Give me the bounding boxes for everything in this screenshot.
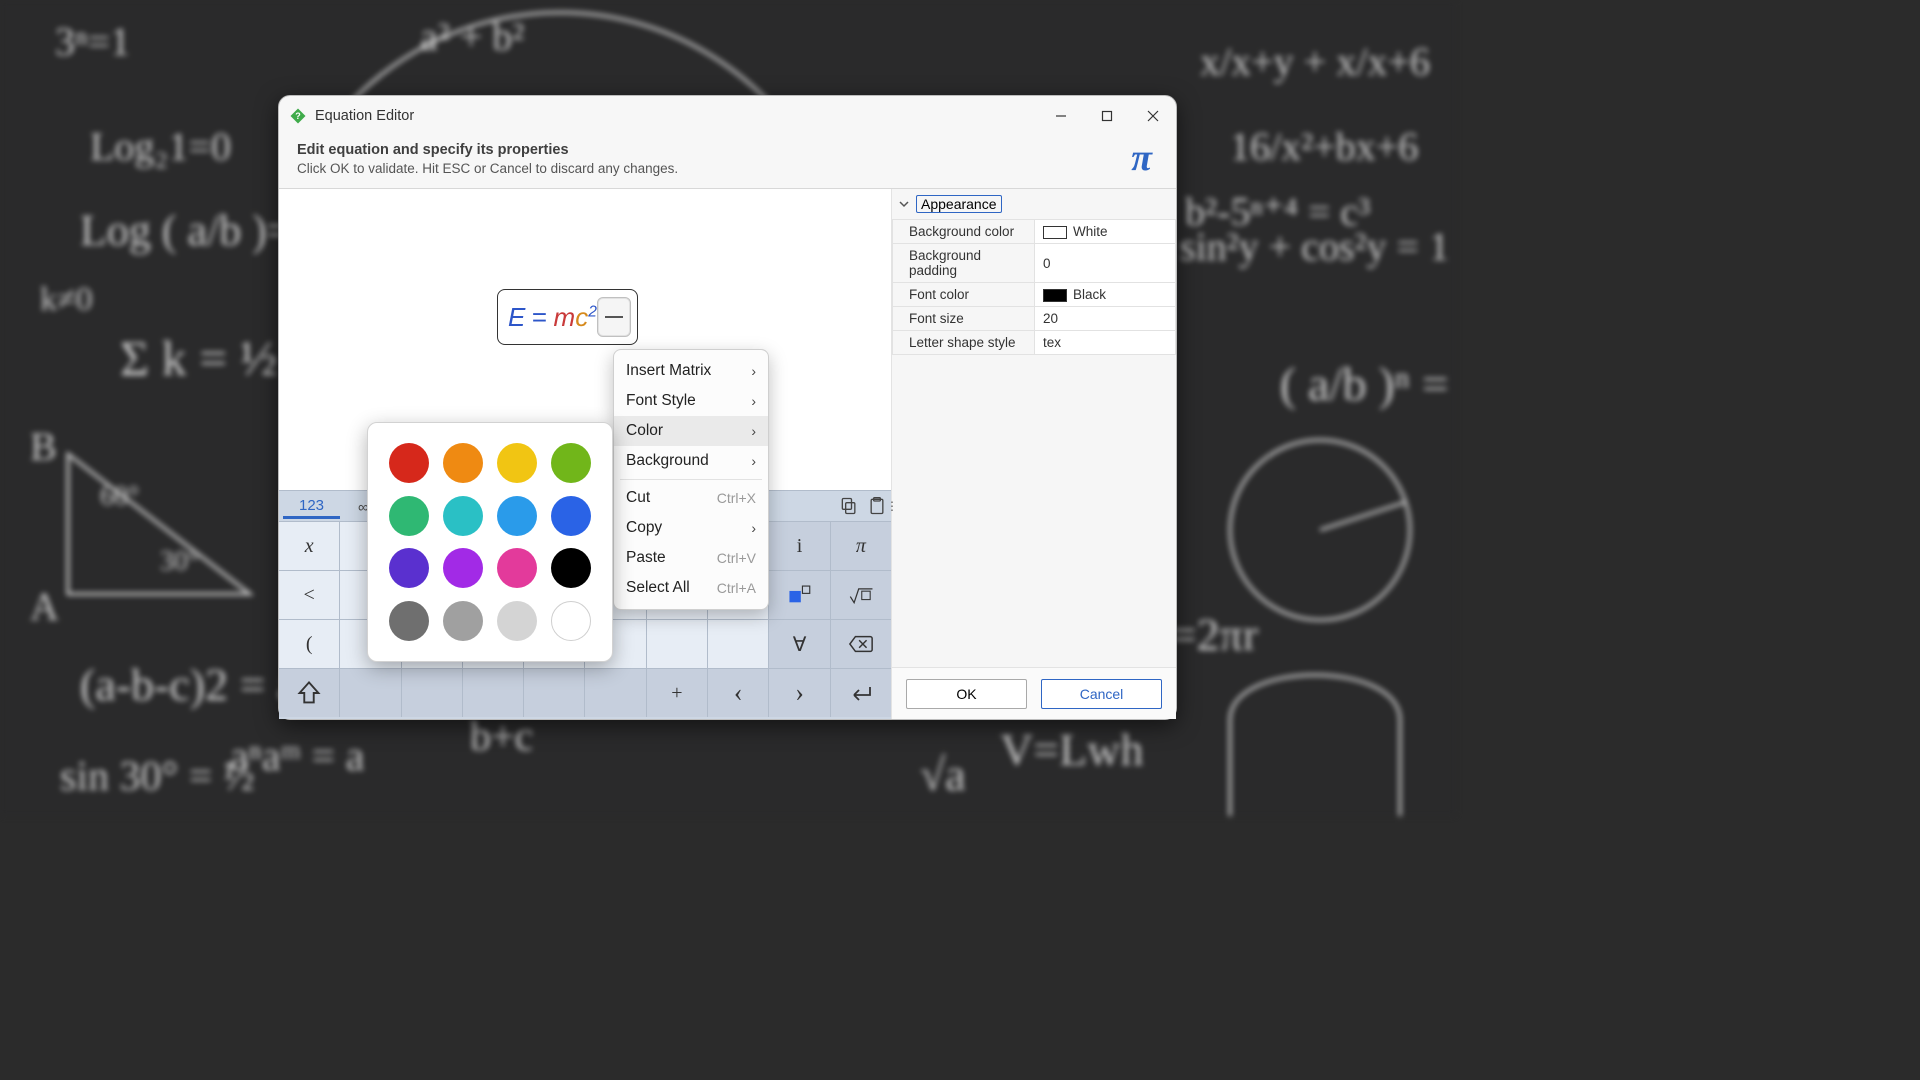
subheader: Edit equation and specify its properties… bbox=[279, 136, 1176, 189]
keypad-key[interactable] bbox=[463, 669, 523, 717]
keypad-key[interactable]: π bbox=[831, 522, 891, 570]
color-picker-popup bbox=[367, 422, 613, 662]
context-menu-item[interactable]: Copy› bbox=[614, 513, 768, 543]
window-title: Equation Editor bbox=[315, 108, 1038, 124]
color-swatch-sky[interactable] bbox=[497, 496, 537, 536]
svg-text:( a/b )ⁿ = aⁿ/bⁿ: ( a/b )ⁿ = aⁿ/bⁿ bbox=[1280, 358, 1456, 411]
property-row[interactable]: Font colorBlack bbox=[893, 283, 1176, 307]
color-swatch-indigo[interactable] bbox=[389, 548, 429, 588]
color-swatch-pink[interactable] bbox=[497, 548, 537, 588]
keypad-key[interactable] bbox=[402, 669, 462, 717]
color-swatch-emerald[interactable] bbox=[389, 496, 429, 536]
color-swatch-orange[interactable] bbox=[443, 443, 483, 483]
svg-text:aⁿaᵐ = a: aⁿaᵐ = a bbox=[230, 734, 365, 780]
keypad-key[interactable] bbox=[831, 571, 891, 619]
keypad-key[interactable] bbox=[708, 620, 768, 668]
properties-section-label: Appearance bbox=[916, 195, 1002, 213]
svg-text:?: ? bbox=[295, 111, 301, 121]
properties-section-header[interactable]: Appearance bbox=[892, 189, 1176, 219]
svg-text:√a: √a bbox=[920, 749, 966, 800]
context-menu-item[interactable]: Select AllCtrl+A bbox=[614, 573, 768, 603]
equation-context-menu: Insert Matrix›Font Style›Color›Backgroun… bbox=[613, 349, 769, 610]
keypad-key[interactable]: ‹ bbox=[708, 669, 768, 717]
maximize-button[interactable] bbox=[1084, 96, 1130, 136]
ok-button[interactable]: OK bbox=[906, 679, 1027, 709]
properties-table: Background colorWhiteBackground padding0… bbox=[892, 219, 1176, 355]
titlebar[interactable]: ? Equation Editor bbox=[279, 96, 1176, 136]
keypad-key[interactable]: < bbox=[279, 571, 339, 619]
keypad-key[interactable] bbox=[340, 669, 400, 717]
color-swatch-red[interactable] bbox=[389, 443, 429, 483]
color-swatch-green[interactable] bbox=[551, 443, 591, 483]
equation-menu-button[interactable] bbox=[597, 297, 631, 337]
keypad-key[interactable]: ∀ bbox=[769, 620, 829, 668]
app-icon: ? bbox=[289, 107, 307, 125]
svg-text:(a-b-c)2 = a²: (a-b-c)2 = a² bbox=[80, 659, 311, 710]
keypad-key[interactable] bbox=[831, 620, 891, 668]
svg-text:b²-5ⁿ⁺⁴ = c³: b²-5ⁿ⁺⁴ = c³ bbox=[1185, 189, 1370, 234]
keypad-key[interactable] bbox=[831, 669, 891, 717]
keypad-key[interactable] bbox=[279, 669, 339, 717]
color-swatch-violet[interactable] bbox=[443, 548, 483, 588]
keypad-key[interactable] bbox=[647, 620, 707, 668]
color-swatch-teal[interactable] bbox=[443, 496, 483, 536]
pi-icon: π bbox=[1131, 142, 1152, 174]
property-row[interactable]: Background padding0 bbox=[893, 244, 1176, 283]
svg-text:sin 30° = ½: sin 30° = ½ bbox=[60, 754, 255, 800]
close-button[interactable] bbox=[1130, 96, 1176, 136]
svg-text:Log₂1=0: Log₂1=0 bbox=[90, 124, 231, 169]
svg-text:3ⁿ=1: 3ⁿ=1 bbox=[55, 19, 130, 64]
keypad-tab-numeric[interactable]: 123 bbox=[283, 493, 340, 519]
svg-text:V=Lwh: V=Lwh bbox=[1000, 724, 1143, 775]
keypad-key[interactable] bbox=[585, 669, 645, 717]
paste-icon[interactable] bbox=[867, 496, 887, 516]
equation-content[interactable]: E = mc2 bbox=[508, 302, 597, 333]
property-row[interactable]: Letter shape styletex bbox=[893, 331, 1176, 355]
color-swatch-gray[interactable] bbox=[443, 601, 483, 641]
context-menu-item[interactable]: PasteCtrl+V bbox=[614, 543, 768, 573]
context-menu-item[interactable]: Color› bbox=[614, 416, 768, 446]
subheader-title: Edit equation and specify its properties bbox=[297, 142, 1131, 158]
context-menu-item[interactable]: Font Style› bbox=[614, 386, 768, 416]
svg-text:30°: 30° bbox=[160, 546, 199, 577]
equation-box[interactable]: E = mc2 bbox=[497, 289, 638, 345]
svg-text:b+c: b+c bbox=[470, 714, 533, 760]
minimize-button[interactable] bbox=[1038, 96, 1084, 136]
keypad-key[interactable]: x bbox=[279, 522, 339, 570]
color-swatch-black[interactable] bbox=[551, 548, 591, 588]
svg-text:A: A bbox=[30, 584, 59, 629]
svg-text:a² + b²: a² + b² bbox=[420, 14, 524, 59]
property-row[interactable]: Background colorWhite bbox=[893, 220, 1176, 244]
dialog-footer: OK Cancel bbox=[892, 667, 1176, 719]
keypad-more-icon[interactable]: ⋮ bbox=[886, 499, 897, 513]
svg-text:16/x²+bx+6: 16/x²+bx+6 bbox=[1230, 124, 1418, 169]
context-menu-item[interactable]: CutCtrl+X bbox=[614, 483, 768, 513]
keypad-key[interactable] bbox=[769, 571, 829, 619]
keypad-key[interactable]: ( bbox=[279, 620, 339, 668]
svg-text:B: B bbox=[30, 424, 57, 469]
property-row[interactable]: Font size20 bbox=[893, 307, 1176, 331]
keypad-key[interactable]: › bbox=[769, 669, 829, 717]
copy-icon[interactable] bbox=[839, 496, 859, 516]
color-swatch-gray-light[interactable] bbox=[497, 601, 537, 641]
color-swatch-blue[interactable] bbox=[551, 496, 591, 536]
keypad-key[interactable]: i bbox=[769, 522, 829, 570]
svg-text:k≠0: k≠0 bbox=[40, 281, 93, 318]
context-menu-item[interactable]: Background› bbox=[614, 446, 768, 476]
keypad-key[interactable]: + bbox=[647, 669, 707, 717]
subheader-hint: Click OK to validate. Hit ESC or Cancel … bbox=[297, 161, 1131, 176]
context-menu-item[interactable]: Insert Matrix› bbox=[614, 356, 768, 386]
color-swatch-gray-dark[interactable] bbox=[389, 601, 429, 641]
svg-text:60°: 60° bbox=[100, 481, 139, 512]
cancel-button[interactable]: Cancel bbox=[1041, 679, 1162, 709]
color-swatch-white[interactable] bbox=[551, 601, 591, 641]
color-swatch-yellow[interactable] bbox=[497, 443, 537, 483]
svg-text:x/x+y + x/x+6: x/x+y + x/x+6 bbox=[1200, 39, 1430, 84]
keypad-key[interactable] bbox=[524, 669, 584, 717]
properties-pane: Appearance Background colorWhiteBackgrou… bbox=[892, 189, 1176, 719]
